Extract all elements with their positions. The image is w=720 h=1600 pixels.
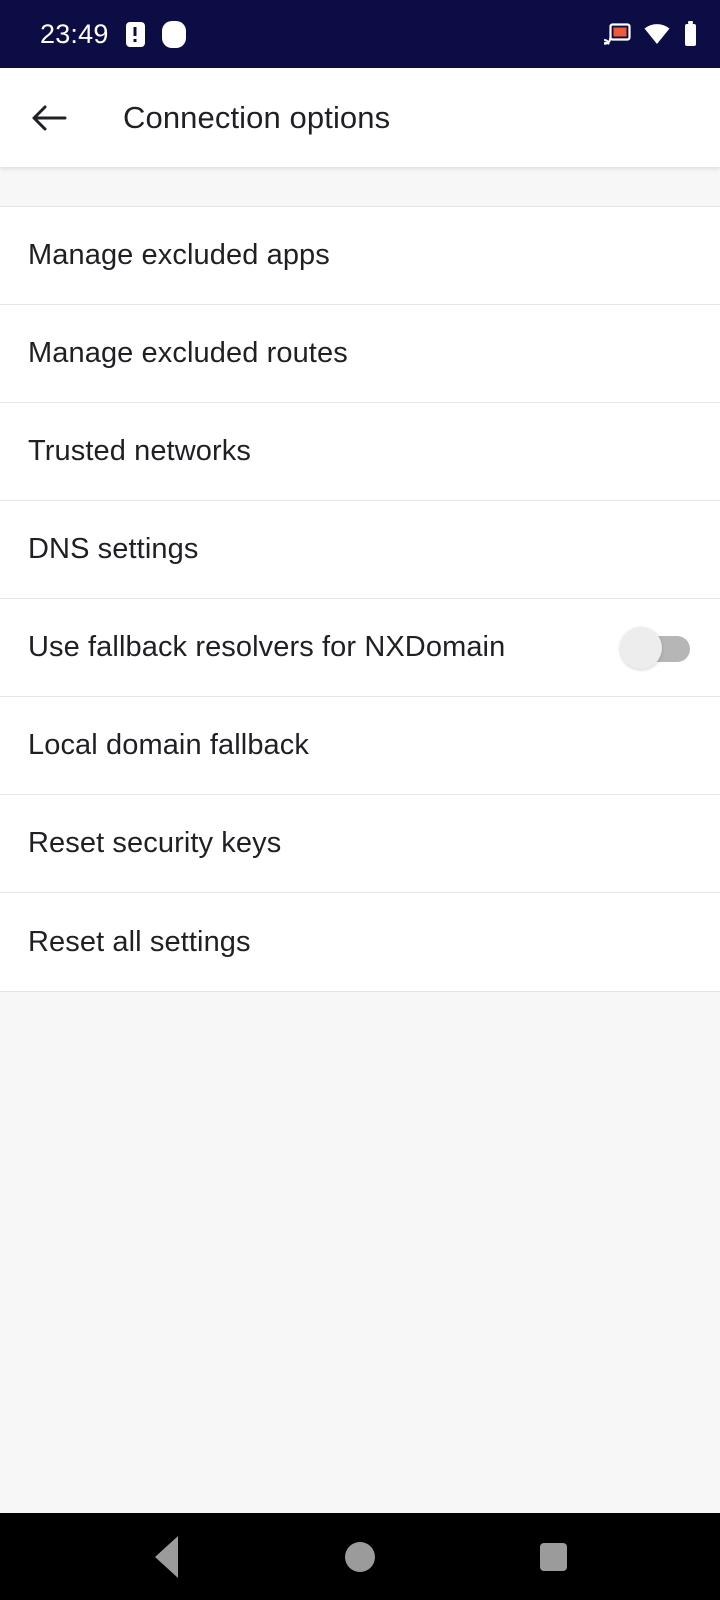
status-bar-right (604, 21, 698, 47)
list-item-manage-excluded-apps[interactable]: Manage excluded apps (0, 207, 720, 305)
system-navigation-bar (0, 1513, 720, 1600)
wifi-icon (644, 23, 670, 45)
list-top-spacer (0, 167, 720, 207)
status-bar-left: 23:49 (40, 18, 186, 49)
settings-content: Manage excluded apps Manage excluded rou… (0, 167, 720, 1513)
list-item-local-domain-fallback[interactable]: Local domain fallback (0, 697, 720, 795)
list-item-manage-excluded-routes[interactable]: Manage excluded routes (0, 305, 720, 403)
list-item-dns-settings[interactable]: DNS settings (0, 501, 720, 599)
settings-list: Manage excluded apps Manage excluded rou… (0, 207, 720, 992)
list-item-label: Reset security keys (28, 827, 282, 860)
nav-back-button[interactable] (119, 1513, 215, 1600)
notification-dot-icon (161, 20, 186, 48)
list-item-trusted-networks[interactable]: Trusted networks (0, 403, 720, 501)
list-item-label: Trusted networks (28, 435, 251, 468)
battery-icon (683, 21, 698, 47)
circle-home-icon (344, 1541, 375, 1572)
list-item-reset-all-settings[interactable]: Reset all settings (0, 893, 720, 991)
nav-recents-button[interactable] (505, 1513, 601, 1600)
fallback-resolvers-toggle[interactable] (620, 626, 692, 669)
list-item-use-fallback-resolvers[interactable]: Use fallback resolvers for NXDomain (0, 599, 720, 697)
toggle-thumb (620, 626, 662, 669)
square-recents-icon (539, 1542, 567, 1571)
list-item-label: Reset all settings (28, 925, 251, 958)
nav-home-button[interactable] (312, 1513, 408, 1600)
status-bar-clock: 23:49 (40, 18, 109, 49)
list-item-label: Manage excluded apps (28, 239, 330, 272)
triangle-back-icon (155, 1535, 179, 1578)
list-item-reset-security-keys[interactable]: Reset security keys (0, 795, 720, 893)
list-item-label: Local domain fallback (28, 729, 309, 762)
status-bar: 23:49 (0, 0, 720, 68)
back-button[interactable] (27, 96, 71, 140)
list-item-label: Use fallback resolvers for NXDomain (28, 631, 506, 664)
arrow-back-icon (32, 105, 67, 130)
phone-screen: 23:49 Connection options Manage excluded… (0, 0, 720, 1600)
cast-icon (604, 23, 631, 45)
page-title: Connection options (123, 99, 391, 135)
notification-warning-icon (125, 21, 145, 47)
list-item-label: Manage excluded routes (28, 337, 348, 370)
list-item-label: DNS settings (28, 533, 199, 566)
app-bar: Connection options (0, 68, 720, 167)
